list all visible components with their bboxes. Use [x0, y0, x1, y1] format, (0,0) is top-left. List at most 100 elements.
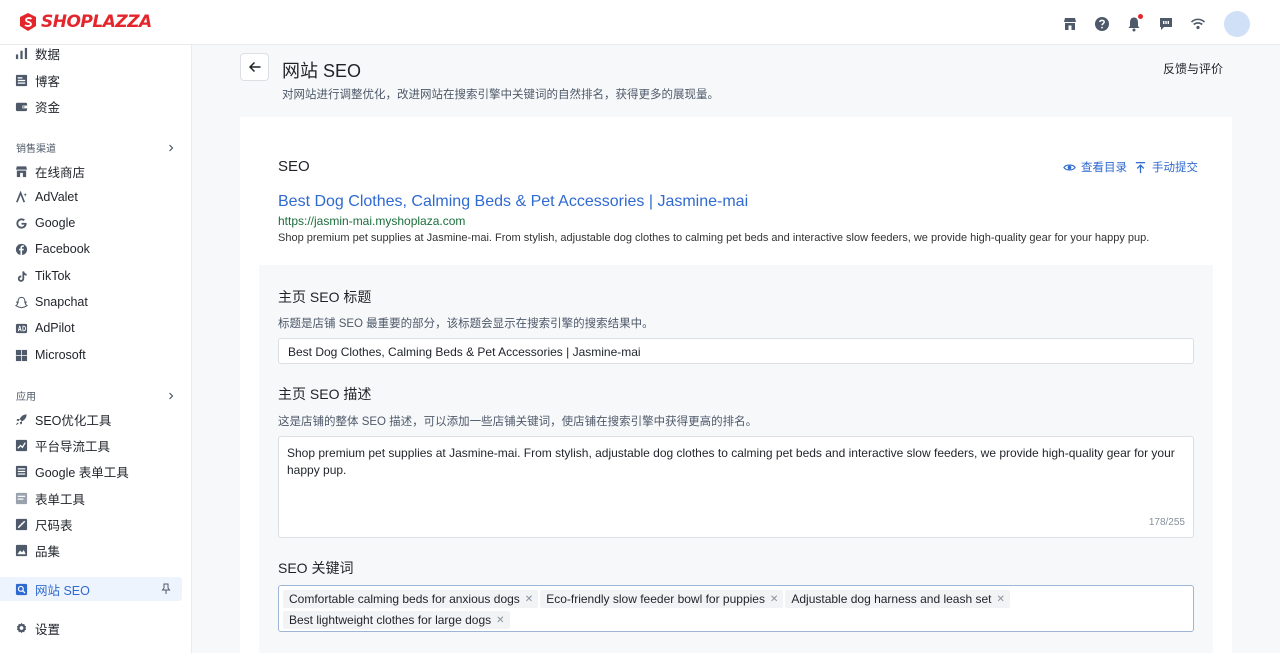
sidebar: 数据 博客 资金 销售渠道 在线商店 AdValet Google Facebo… [0, 45, 192, 653]
back-button[interactable] [240, 53, 269, 81]
sidebar-item-label: 尺码表 [35, 518, 73, 533]
sidebar-item-label: 博客 [35, 74, 61, 89]
sidebar-item-settings[interactable]: 设置 [0, 616, 182, 640]
seo-keywords-label: SEO 关键词 [278, 560, 354, 576]
search-preview-description: Shop premium pet supplies at Jasmine-mai… [278, 232, 1150, 244]
view-directory-label: 查看目录 [1081, 162, 1127, 174]
notification-bell-icon[interactable] [1126, 14, 1143, 32]
user-avatar[interactable] [1224, 11, 1250, 37]
sidebar-item-collection[interactable]: 品集 [0, 538, 182, 562]
section-sales-channels[interactable]: 销售渠道 [16, 140, 176, 155]
seo-form-panel: 主页 SEO 标题 标题是店铺 SEO 最重要的部分，该标题会显示在搜索引擎的搜… [259, 265, 1213, 653]
manual-submit-label: 手动提交 [1152, 162, 1198, 174]
close-icon[interactable]: ✕ [997, 594, 1005, 605]
sidebar-item-size-chart[interactable]: 尺码表 [0, 512, 182, 536]
sidebar-item-tiktok[interactable]: TikTok [0, 264, 182, 288]
view-directory-button[interactable]: 查看目录 [1063, 159, 1127, 175]
sidebar-item-label: Snapchat [35, 295, 88, 309]
rocket-icon [14, 412, 28, 426]
sidebar-item-label: Google [35, 216, 76, 230]
seo-description-label: 主页 SEO 描述 [278, 386, 372, 402]
sidebar-item-label: 设置 [35, 622, 61, 637]
keyword-tag: Comfortable calming beds for anxious dog… [283, 590, 539, 608]
sidebar-item-advalet[interactable]: AdValet [0, 185, 182, 209]
top-icons [1062, 11, 1250, 37]
wifi-icon[interactable] [1190, 16, 1206, 32]
sidebar-item-data[interactable]: 数据 [0, 41, 182, 65]
page-title: 网站 SEO [282, 61, 362, 81]
sidebar-item-google[interactable]: Google [0, 211, 182, 235]
sidebar-item-funds[interactable]: 资金 [0, 94, 182, 118]
eye-icon [1063, 163, 1076, 171]
keyword-text: Best lightweight clothes for large dogs [289, 613, 492, 627]
sidebar-item-online-store[interactable]: 在线商店 [0, 159, 182, 183]
ruler-icon [14, 517, 28, 531]
help-icon[interactable] [1094, 16, 1110, 32]
arrow-left-icon [248, 61, 260, 73]
keyword-text: Comfortable calming beds for anxious dog… [289, 592, 520, 606]
sidebar-item-label: Facebook [35, 242, 90, 256]
store-icon[interactable] [1062, 16, 1078, 32]
seo-title-label: 主页 SEO 标题 [278, 289, 372, 305]
sidebar-item-facebook[interactable]: Facebook [0, 237, 182, 261]
wallet-icon [14, 99, 28, 113]
keyword-tag: Adjustable dog harness and leash set ✕ [785, 590, 1010, 608]
sidebar-item-microsoft[interactable]: Microsoft [0, 343, 182, 367]
close-icon[interactable]: ✕ [525, 594, 533, 605]
pin-icon[interactable] [160, 583, 172, 595]
advalet-icon [14, 190, 28, 204]
character-counter: 178/255 [1148, 517, 1185, 528]
sidebar-item-adpilot[interactable]: AdPilot [0, 316, 182, 340]
sidebar-item-label: AdValet [35, 190, 78, 204]
seo-title-help: 标题是店铺 SEO 最重要的部分，该标题会显示在搜索引擎的搜索结果中。 [278, 318, 654, 330]
keyword-text: Eco-friendly slow feeder bowl for puppie… [546, 592, 765, 606]
seo-description-value: Shop premium pet supplies at Jasmine-mai… [287, 446, 1175, 477]
sidebar-item-label: AdPilot [35, 321, 75, 335]
section-label: 销售渠道 [16, 144, 56, 155]
keyword-tag: Best lightweight clothes for large dogs ✕ [283, 611, 510, 629]
sidebar-item-website-seo[interactable]: 网站 SEO [0, 577, 182, 601]
manual-submit-button[interactable]: 手动提交 [1134, 159, 1198, 175]
tiktok-icon [14, 269, 28, 283]
seo-description-help: 这是店铺的整体 SEO 描述，可以添加一些店铺关键词，使店铺在搜索引擎中获得更高… [278, 416, 758, 428]
seo-keywords-input[interactable]: Comfortable calming beds for anxious dog… [278, 585, 1194, 632]
sidebar-item-google-form[interactable]: Google 表单工具 [0, 459, 182, 483]
notification-badge [1138, 14, 1143, 19]
search-preview-url: https://jasmin-mai.myshoplaza.com [278, 214, 466, 228]
shoplazza-logo-icon [20, 13, 36, 31]
brand-logo[interactable]: SHOPLAZZA [18, 12, 152, 32]
sidebar-item-label: 品集 [35, 544, 61, 559]
seo-section-heading: SEO [278, 158, 310, 175]
sidebar-item-seo-tool[interactable]: SEO优化工具 [0, 407, 182, 431]
facebook-icon [14, 242, 28, 256]
sidebar-item-label: Microsoft [35, 348, 86, 362]
close-icon[interactable]: ✕ [496, 615, 504, 626]
sidebar-item-traffic-tool[interactable]: 平台导流工具 [0, 433, 182, 457]
seo-icon [14, 582, 28, 596]
seo-description-textarea[interactable]: Shop premium pet supplies at Jasmine-mai… [278, 436, 1194, 538]
keyword-text: Adjustable dog harness and leash set [791, 592, 992, 606]
close-icon[interactable]: ✕ [770, 594, 778, 605]
bar-chart-icon [14, 46, 28, 60]
adpilot-icon [14, 321, 28, 335]
search-preview-title: Best Dog Clothes, Calming Beds & Pet Acc… [278, 193, 749, 210]
sidebar-item-label: 资金 [35, 100, 61, 115]
sidebar-item-snapchat[interactable]: Snapchat [0, 290, 182, 314]
sidebar-item-label: 在线商店 [35, 165, 86, 180]
snapchat-icon [14, 295, 28, 309]
sidebar-item-blog[interactable]: 博客 [0, 68, 182, 92]
seo-card: SEO 查看目录 手动提交 Best Dog Clothes, Calming … [240, 117, 1232, 653]
microsoft-icon [14, 348, 28, 362]
message-icon[interactable] [1158, 16, 1174, 32]
sidebar-item-label: 数据 [35, 47, 61, 62]
seo-actions: 查看目录 手动提交 [1063, 159, 1205, 175]
form-icon [14, 464, 28, 478]
sidebar-item-label: 网站 SEO [35, 583, 90, 598]
feedback-link[interactable]: 反馈与评价 [1163, 60, 1223, 77]
seo-title-input[interactable]: Best Dog Clothes, Calming Beds & Pet Acc… [278, 338, 1194, 364]
section-apps[interactable]: 应用 [16, 388, 176, 403]
sidebar-item-label: SEO优化工具 [35, 413, 112, 428]
sidebar-item-form-tool[interactable]: 表单工具 [0, 486, 182, 510]
upload-icon [1135, 161, 1146, 173]
top-bar: SHOPLAZZA [0, 0, 1280, 45]
